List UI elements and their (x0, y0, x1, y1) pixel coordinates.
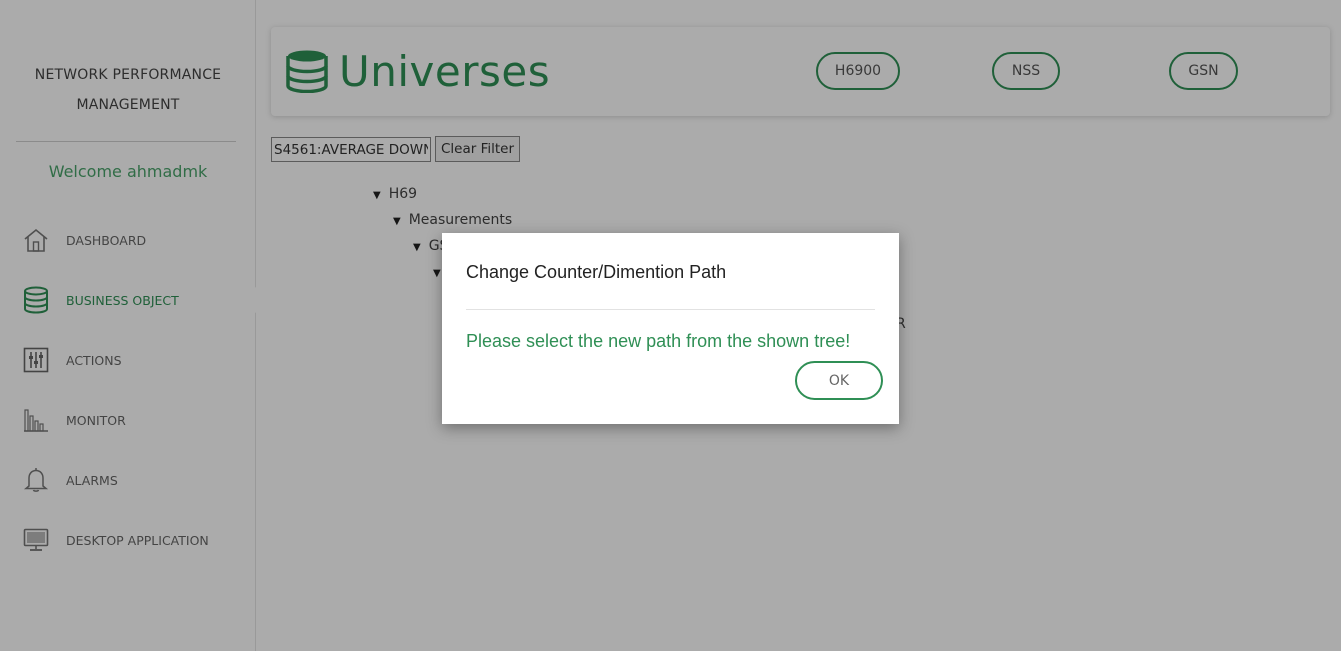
ok-button[interactable]: OK (795, 361, 883, 400)
dialog-divider (466, 309, 875, 310)
dialog-title: Change Counter/Dimention Path (466, 262, 727, 282)
change-path-dialog: Change Counter/Dimention Path Please sel… (442, 233, 899, 424)
dialog-message: Please select the new path from the show… (466, 331, 851, 351)
